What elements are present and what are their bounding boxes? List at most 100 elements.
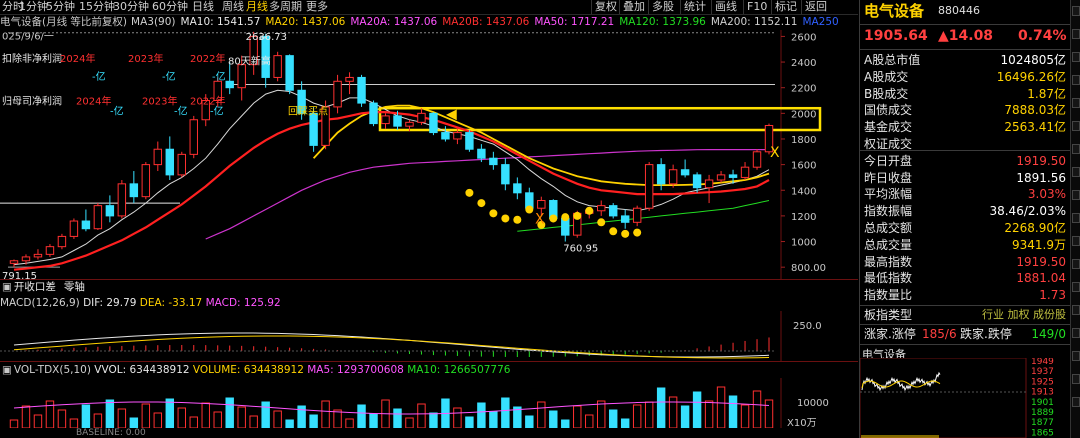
candle-body[interactable]	[273, 55, 282, 78]
candle-body[interactable]	[716, 174, 726, 181]
candle-body[interactable]	[69, 220, 79, 237]
index-type-value[interactable]: 行业 加权 成份股	[982, 307, 1066, 323]
candle-body[interactable]	[597, 205, 606, 212]
toolbar-button-4[interactable]: 画线	[711, 0, 737, 14]
candle-body[interactable]	[141, 164, 151, 198]
period-tab-7[interactable]: 周线	[222, 0, 244, 14]
period-tab-8[interactable]: 月线	[246, 0, 268, 14]
period-tab-9[interactable]: 多周期	[269, 0, 302, 14]
side-tool-icon[interactable]	[1072, 374, 1080, 384]
candle-body[interactable]	[237, 64, 246, 89]
toolbar-button-7[interactable]: 返回	[801, 0, 827, 14]
candle-body[interactable]	[189, 119, 198, 155]
mini-tick-label: 1925	[1031, 377, 1054, 387]
candle-body[interactable]	[225, 80, 234, 89]
side-tool-icon[interactable]	[1072, 190, 1080, 200]
intraday-mini-chart[interactable]: 19491937192519131901188918771865	[860, 358, 1071, 438]
price-chart[interactable]: 2600 2400 2200 2000 1800 1600 1400 1200 1000 800.…	[0, 30, 858, 280]
candle-body[interactable]	[477, 148, 486, 159]
side-tool-icon[interactable]	[1072, 305, 1080, 315]
side-tool-icon[interactable]	[1072, 6, 1080, 16]
side-tool-icon[interactable]	[1072, 144, 1080, 154]
candle-body[interactable]	[9, 260, 19, 264]
candle-body[interactable]	[704, 179, 714, 189]
candle-body[interactable]	[453, 132, 462, 140]
index-type-label: 板指类型	[864, 308, 913, 322]
period-tab-4[interactable]: 30分钟	[113, 0, 149, 14]
side-tool-icon[interactable]	[1072, 351, 1080, 361]
candle-body[interactable]	[752, 151, 762, 168]
toolbar-button-6[interactable]: 标记	[771, 0, 797, 14]
candle-body[interactable]	[656, 164, 666, 185]
candle-body[interactable]	[93, 205, 103, 230]
candle-body[interactable]	[620, 215, 630, 223]
candle-body[interactable]	[129, 183, 139, 198]
candle-body[interactable]	[105, 205, 115, 217]
mini-tick-label: 1877	[1031, 418, 1054, 428]
candle-body[interactable]	[405, 121, 414, 127]
side-tool-icon[interactable]	[1072, 75, 1080, 85]
side-tool-icon[interactable]	[1072, 29, 1080, 39]
divider	[860, 24, 1071, 25]
advancers-label: 涨家.涨停	[864, 327, 916, 341]
candle-body[interactable]	[345, 76, 354, 82]
candle-body[interactable]	[728, 174, 738, 178]
candle-body[interactable]	[153, 148, 163, 166]
candle-body[interactable]	[393, 115, 402, 127]
side-tool-icon[interactable]	[1072, 121, 1080, 131]
candle-body[interactable]	[117, 183, 127, 217]
candle-body[interactable]	[513, 183, 522, 194]
side-tool-icon[interactable]	[1072, 397, 1080, 407]
volume-chart[interactable]: 10000 X10万	[0, 378, 858, 428]
candle-body[interactable]	[465, 132, 474, 150]
period-tab-6[interactable]: 日线	[192, 0, 214, 14]
candle-body[interactable]	[608, 205, 618, 217]
side-tool-icon[interactable]	[1072, 259, 1080, 269]
side-tool-icon[interactable]	[1072, 213, 1080, 223]
candle-body[interactable]	[680, 169, 690, 176]
candle-body[interactable]	[644, 164, 654, 209]
candle-body[interactable]	[309, 112, 318, 146]
toolbar-button-1[interactable]: 叠加	[619, 0, 645, 14]
macd-chart[interactable]: 250.0	[0, 311, 858, 362]
toolbar-button-3[interactable]: 统计	[680, 0, 706, 14]
candle-body[interactable]	[501, 164, 510, 185]
side-tool-icon[interactable]	[1072, 98, 1080, 108]
toolbar-button-0[interactable]: 复权	[591, 0, 617, 14]
candle-body[interactable]	[81, 220, 91, 230]
side-tool-icon[interactable]	[1072, 328, 1080, 338]
period-tab-5[interactable]: 60分钟	[152, 0, 188, 14]
side-tool-icon[interactable]	[1072, 282, 1080, 292]
candle-body[interactable]	[489, 157, 498, 166]
candle-body[interactable]	[429, 112, 438, 134]
side-tool-icon[interactable]	[1072, 52, 1080, 62]
period-tab-10[interactable]: 更多	[306, 0, 328, 14]
candle-body[interactable]	[33, 253, 43, 258]
candle-body[interactable]	[21, 256, 31, 262]
candle-body[interactable]	[285, 55, 294, 91]
candle-body[interactable]	[381, 115, 390, 125]
candle-body[interactable]	[417, 112, 426, 123]
candle-body[interactable]	[45, 246, 55, 255]
period-tab-2[interactable]: 5分钟	[46, 0, 75, 14]
candle-body[interactable]	[357, 76, 366, 104]
toolbar-button-5[interactable]: F10	[743, 0, 767, 14]
candle-body[interactable]	[441, 132, 450, 140]
candle-body[interactable]	[740, 166, 750, 178]
candle-body[interactable]	[369, 102, 378, 125]
advancers-value: 185/6	[922, 327, 957, 341]
toolbar-button-2[interactable]: 多股	[648, 0, 674, 14]
candle-body[interactable]	[165, 148, 175, 176]
period-tab-1[interactable]: 1分钟	[19, 0, 48, 14]
candle-body[interactable]	[333, 80, 342, 108]
side-tool-icon[interactable]	[1072, 167, 1080, 177]
side-tool-icon[interactable]	[1072, 236, 1080, 246]
candle-body[interactable]	[57, 235, 67, 248]
candle-body[interactable]	[537, 200, 546, 209]
candle-body[interactable]	[692, 174, 702, 189]
candle-body[interactable]	[668, 169, 678, 185]
candle-body[interactable]	[632, 207, 642, 223]
index-type-row: 板指类型 行业 加权 成份股	[862, 307, 1068, 323]
candle-body[interactable]	[177, 153, 186, 176]
period-tab-3[interactable]: 15分钟	[79, 0, 115, 14]
